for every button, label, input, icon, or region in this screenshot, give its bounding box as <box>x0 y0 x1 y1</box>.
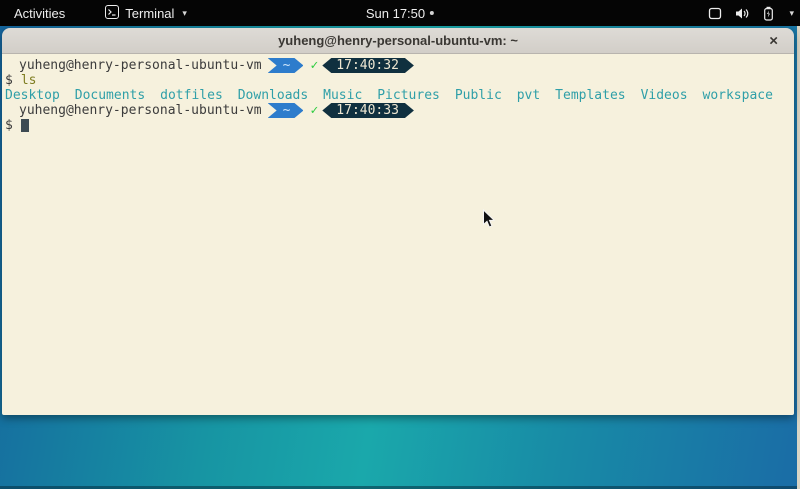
ls-output-line: Desktop Documents dotfiles Downloads Mus… <box>2 88 794 103</box>
prompt-host: yuheng@henry-personal-ubuntu-vm <box>19 58 262 73</box>
window-title: yuheng@henry-personal-ubuntu-vm: ~ <box>278 33 518 48</box>
close-button[interactable]: × <box>769 33 778 48</box>
prompt-host: yuheng@henry-personal-ubuntu-vm <box>19 103 262 118</box>
battery-charging-icon <box>763 6 774 21</box>
prompt-dollar: $ <box>5 118 13 133</box>
prompt-dollar: $ <box>5 73 13 88</box>
top-bar: Activities Terminal ▾ Sun 17:50 <box>0 0 800 26</box>
dir-item: Videos <box>641 88 688 103</box>
app-menu-label: Terminal <box>125 6 174 21</box>
dir-item: Downloads <box>238 88 308 103</box>
prompt-line-2: yuheng@henry-personal-ubuntu-vm ~ ✓ 17:4… <box>2 103 794 118</box>
clock-label: Sun 17:50 <box>366 6 425 21</box>
dir-item: workspace <box>703 88 773 103</box>
dir-item: Desktop <box>5 88 60 103</box>
window-titlebar[interactable]: yuheng@henry-personal-ubuntu-vm: ~ × <box>2 28 794 54</box>
prompt-time-segment: 17:40:33 <box>322 103 414 118</box>
dir-item: dotfiles <box>160 88 223 103</box>
screen: Activities Terminal ▾ Sun 17:50 <box>0 0 800 489</box>
app-menu[interactable]: Terminal ▾ <box>105 5 187 22</box>
clock-button[interactable]: Sun 17:50 <box>366 0 434 26</box>
terminal-content[interactable]: yuheng@henry-personal-ubuntu-vm ~ ✓ 17:4… <box>2 54 794 415</box>
terminal-window: yuheng@henry-personal-ubuntu-vm: ~ × yuh… <box>2 28 794 415</box>
dir-item: Templates <box>555 88 625 103</box>
volume-icon <box>735 7 750 20</box>
command-text: ls <box>21 73 37 88</box>
dir-item: Music <box>323 88 362 103</box>
system-tray-button[interactable]: ▾ <box>708 0 794 26</box>
dir-item: Documents <box>75 88 145 103</box>
prompt-path-segment: ~ <box>268 58 304 73</box>
activities-button[interactable]: Activities <box>10 4 69 23</box>
command-line: $ ls <box>2 73 794 88</box>
status-check-icon: ✓ <box>310 103 318 118</box>
chevron-down-icon: ▾ <box>182 8 187 19</box>
prompt-time-segment: 17:40:32 <box>322 58 414 73</box>
prompt-path-segment: ~ <box>268 103 304 118</box>
notification-dot <box>430 11 434 15</box>
dir-item: Public <box>455 88 502 103</box>
terminal-icon <box>105 5 119 22</box>
prompt-line-1: yuheng@henry-personal-ubuntu-vm ~ ✓ 17:4… <box>2 58 794 73</box>
dir-item: pvt <box>517 88 540 103</box>
status-check-icon: ✓ <box>310 58 318 73</box>
display-icon <box>708 7 722 20</box>
terminal-cursor <box>21 119 29 132</box>
dir-item: Pictures <box>377 88 440 103</box>
chevron-down-icon: ▾ <box>789 8 794 19</box>
input-line[interactable]: $ <box>2 118 794 133</box>
